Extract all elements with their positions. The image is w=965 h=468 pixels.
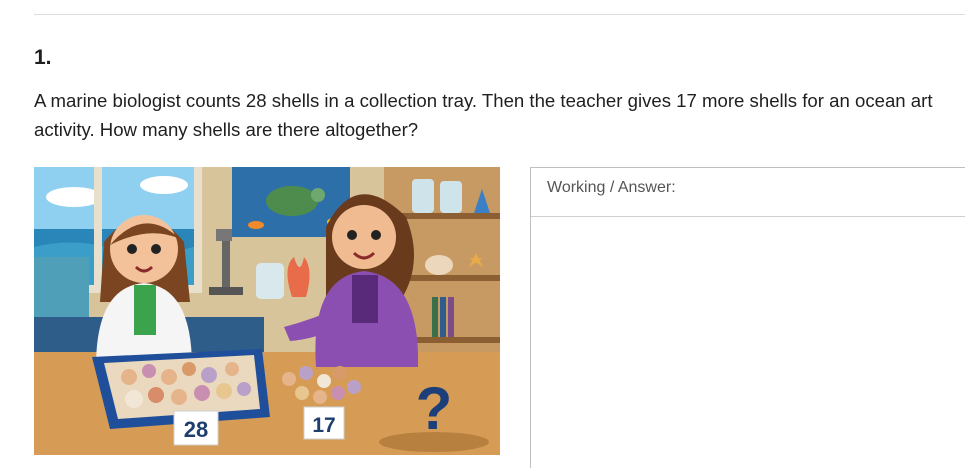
answer-label: Working / Answer: — [531, 168, 965, 217]
question-number: 1. — [34, 46, 52, 69]
top-divider — [34, 14, 965, 15]
question-text: A marine biologist counts 28 shells in a… — [34, 90, 933, 140]
card-28: 28 — [173, 410, 219, 446]
aquarium — [34, 257, 89, 317]
answer-area[interactable] — [531, 217, 965, 457]
card-17-label: 17 — [312, 414, 335, 437]
student-girl — [96, 215, 192, 367]
card-17: 17 — [303, 406, 345, 440]
illustration-svg: 28 17 ? — [34, 167, 500, 455]
classroom-illustration: 28 17 ? — [34, 167, 500, 455]
question-mark: ? — [416, 375, 453, 442]
answer-box[interactable]: Working / Answer: — [530, 167, 965, 468]
shell-jar — [256, 263, 284, 299]
card-28-label: 28 — [184, 417, 208, 442]
